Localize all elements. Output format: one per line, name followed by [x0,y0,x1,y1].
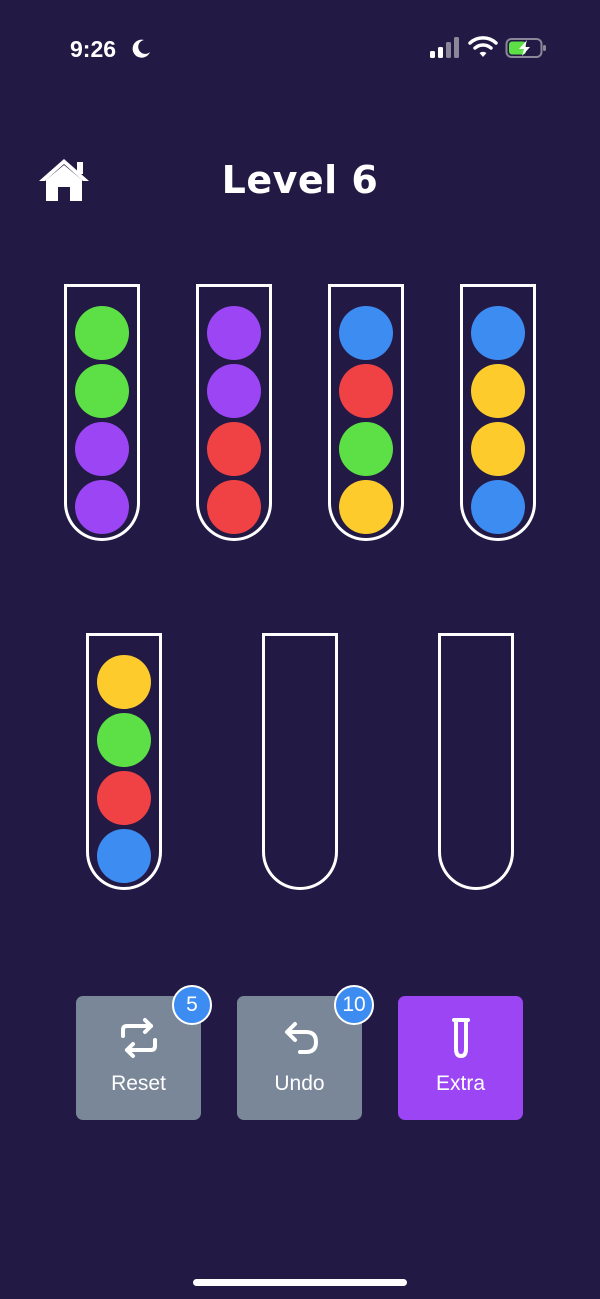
extra-label: Extra [435,1072,485,1095]
extra-button[interactable]: Extra [398,996,523,1120]
ball-blue [339,306,393,360]
ball-yellow [471,364,525,418]
status-time: 9:26 [70,36,117,62]
wifi-icon [468,36,498,57]
tube-6[interactable] [262,633,338,890]
ball-red [207,422,261,476]
ball-yellow [471,422,525,476]
undo-count-badge: 10 [334,985,374,1025]
repeat-icon [121,1018,157,1058]
ball-red [97,771,151,825]
level-title: Level 6 [221,158,379,202]
ball-green [339,422,393,476]
battery-charging-icon [505,38,546,58]
home-icon [39,159,89,201]
ball-blue [471,480,525,534]
ball-green [75,364,129,418]
tube-4[interactable] [460,284,536,541]
ball-green [75,306,129,360]
tube-1[interactable] [64,284,140,541]
reset-count-badge: 5 [172,985,212,1025]
ball-blue [97,829,151,883]
ball-purple [207,306,261,360]
ball-purple [75,480,129,534]
test-tube-icon [452,1018,470,1058]
tube-5[interactable] [86,633,162,890]
ball-yellow [339,480,393,534]
home-indicator [193,1279,407,1286]
undo-label: Undo [274,1072,325,1095]
ball-purple [207,364,261,418]
home-button[interactable] [36,156,92,204]
tube-7[interactable] [438,633,514,890]
ball-yellow [97,655,151,709]
ball-red [339,364,393,418]
reset-label: Reset [111,1072,166,1095]
ball-purple [75,422,129,476]
ball-blue [471,306,525,360]
undo-arrow-icon [285,1022,318,1054]
cellular-signal-icon [430,37,459,58]
tube-3[interactable] [328,284,404,541]
moon-icon [132,39,150,58]
tube-2[interactable] [196,284,272,541]
ball-green [97,713,151,767]
ball-red [207,480,261,534]
